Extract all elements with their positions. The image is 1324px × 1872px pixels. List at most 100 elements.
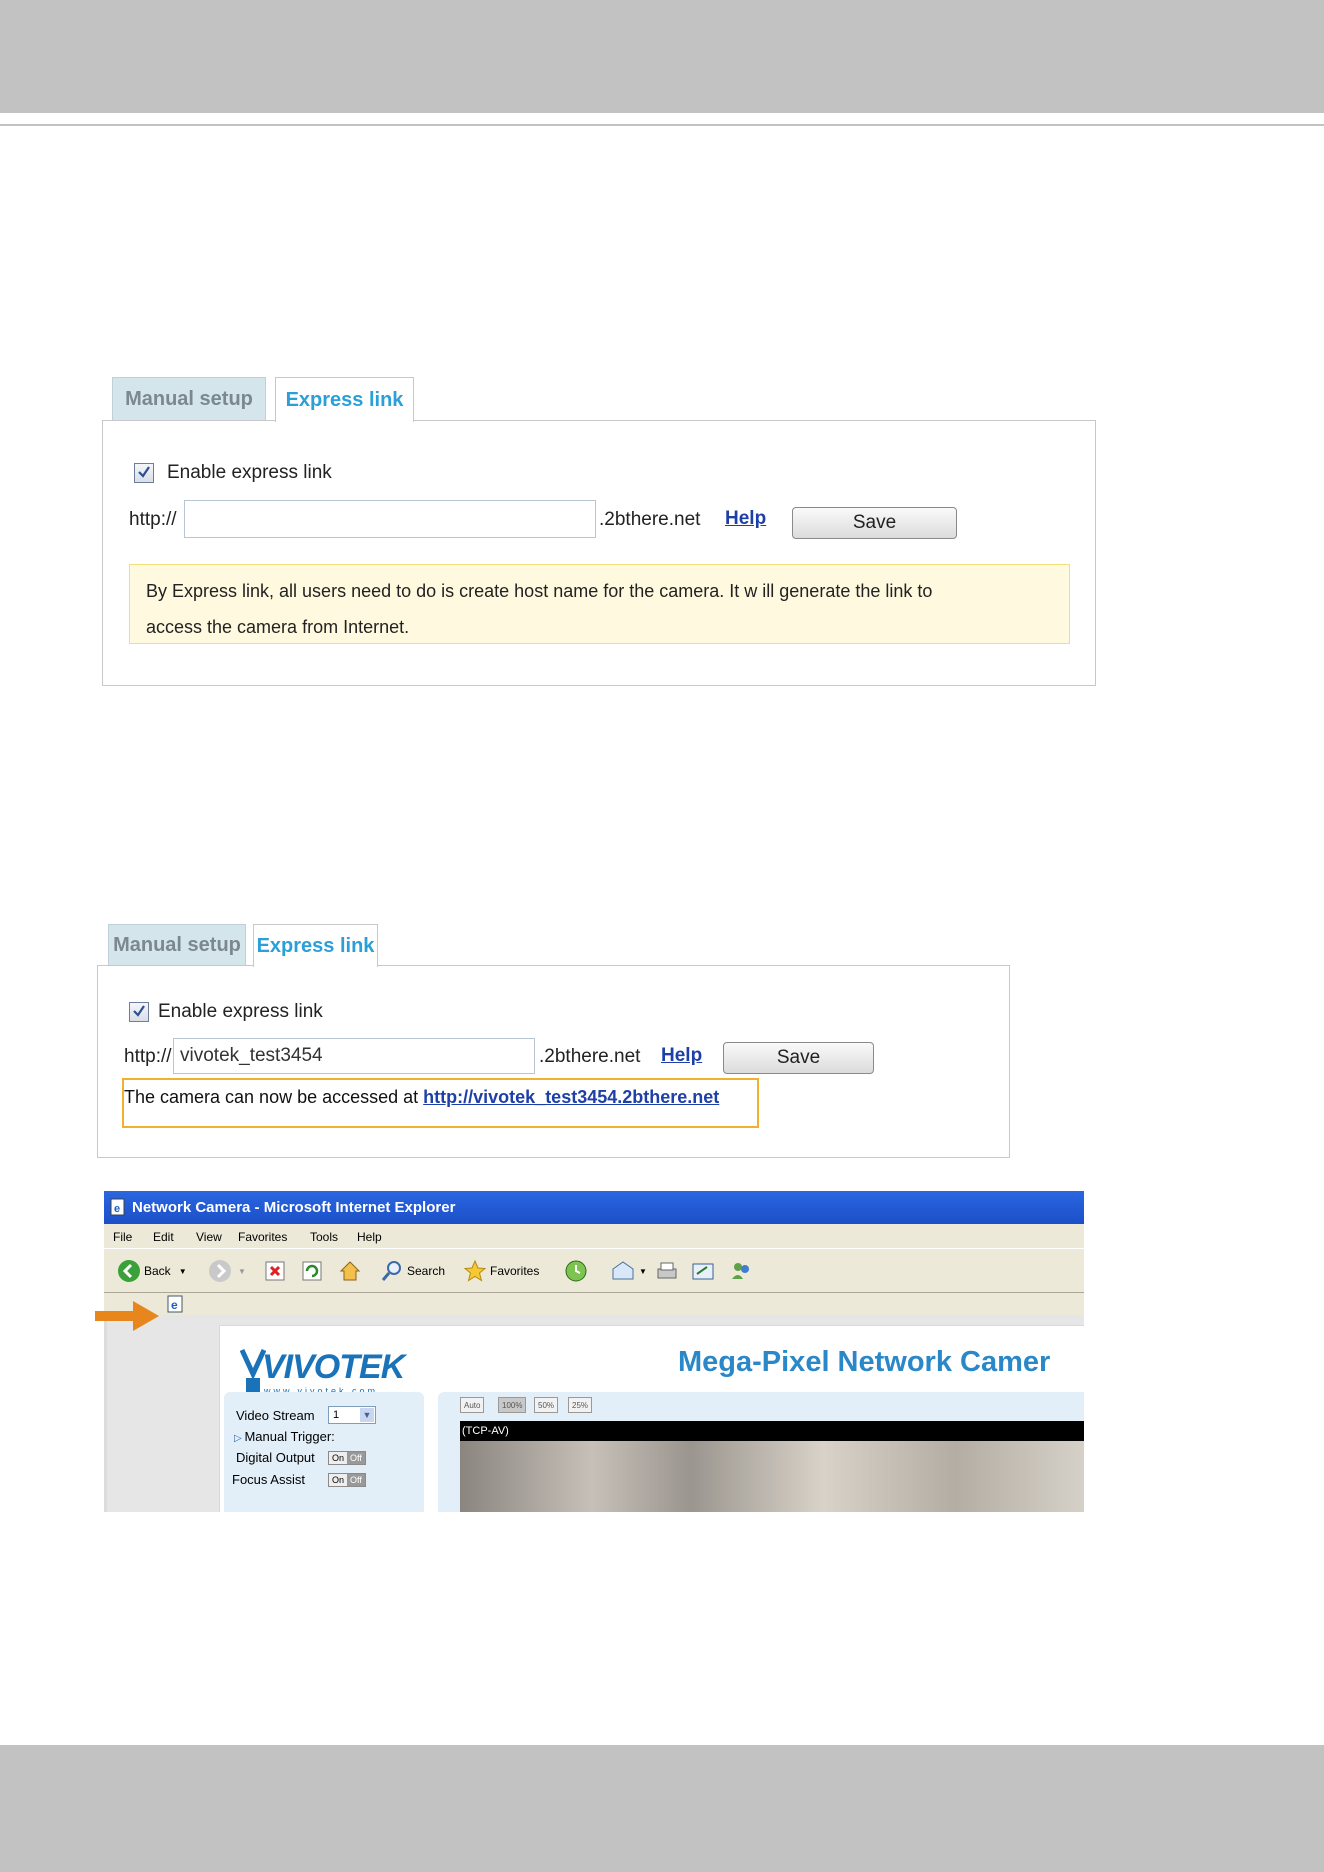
save-button[interactable]: Save — [723, 1042, 874, 1074]
menu-edit[interactable]: Edit — [153, 1230, 174, 1244]
view-50-button[interactable]: 50% — [534, 1397, 559, 1413]
footer-band — [0, 1745, 1324, 1872]
stream-protocol-label: (TCP-AV) — [460, 1421, 1084, 1441]
mail-button[interactable]: ▼ — [610, 1259, 647, 1283]
history-button[interactable] — [564, 1259, 588, 1283]
browser-toolbar: Back ▼ ▼ Search Favorites ▼ — [104, 1248, 1084, 1292]
view-100-button[interactable]: 100% — [498, 1397, 527, 1413]
url-prefix-label: http:// — [124, 1046, 172, 1067]
edit-page-icon — [692, 1263, 714, 1280]
off-button[interactable]: Off — [347, 1474, 365, 1486]
camera-access-link[interactable]: http://vivotek_test3454.2bthere.net — [423, 1087, 719, 1107]
home-icon — [339, 1261, 361, 1281]
focus-assist-switch[interactable]: On Off — [328, 1473, 366, 1487]
svg-text:e: e — [171, 1298, 178, 1312]
search-button[interactable]: Search — [380, 1259, 445, 1283]
header-divider — [0, 124, 1324, 126]
video-stream-value: 1 — [333, 1409, 340, 1421]
print-button[interactable] — [655, 1259, 679, 1283]
enable-express-link-label: Enable express link — [167, 462, 332, 483]
camera-page-title: Mega-Pixel Network Camer — [678, 1346, 1051, 1378]
back-dropdown-icon: ▼ — [178, 1266, 187, 1276]
express-link-info-note: By Express link, all users need to do is… — [129, 564, 1070, 644]
manual-trigger-toggle[interactable]: ▷ Manual Trigger: — [234, 1429, 335, 1444]
stop-button[interactable] — [264, 1259, 286, 1283]
browser-title: Network Camera - Microsoft Internet Expl… — [132, 1199, 456, 1216]
address-bar[interactable]: e — [104, 1292, 1084, 1315]
refresh-icon — [302, 1261, 322, 1281]
back-button[interactable]: Back ▼ — [117, 1259, 187, 1283]
search-icon — [381, 1261, 401, 1281]
video-viewer: Auto 100% 50% 25% (TCP-AV) — [438, 1392, 1084, 1512]
video-stream-select[interactable]: 1 ▼ — [328, 1406, 376, 1424]
messenger-button[interactable] — [729, 1259, 753, 1283]
info-note-line-2: access the camera from Internet. — [146, 617, 410, 637]
tab-manual-setup[interactable]: Manual setup — [112, 377, 266, 421]
svg-text:e: e — [114, 1203, 120, 1215]
enable-express-link-checkbox[interactable] — [129, 1002, 149, 1022]
favorites-star-icon — [463, 1259, 487, 1282]
messenger-icon — [732, 1263, 749, 1279]
camera-web-page: VIVOTEK www.vivotek.com Mega-Pixel Netwo… — [219, 1325, 1084, 1512]
header-band — [0, 0, 1324, 113]
menu-favorites[interactable]: Favorites — [238, 1230, 287, 1244]
browser-title-bar: e Network Camera - Microsoft Internet Ex… — [104, 1191, 1084, 1224]
info-note-line-1: By Express link, all users need to do is… — [146, 581, 933, 601]
on-button[interactable]: On — [329, 1474, 348, 1486]
forward-arrow-icon — [209, 1260, 231, 1282]
forward-dropdown-icon: ▼ — [238, 1266, 246, 1276]
express-link-status: The camera can now be accessed at http:/… — [124, 1087, 719, 1108]
checkmark-icon — [138, 466, 150, 478]
live-video-image — [460, 1441, 1084, 1512]
menu-tools[interactable]: Tools — [310, 1230, 338, 1244]
help-link[interactable]: Help — [725, 508, 766, 530]
video-stream-label: Video Stream — [236, 1408, 315, 1423]
stop-icon — [265, 1261, 285, 1281]
browser-content: VIVOTEK www.vivotek.com Mega-Pixel Netwo… — [104, 1315, 1084, 1512]
on-button[interactable]: On — [329, 1452, 348, 1464]
back-arrow-icon — [118, 1260, 140, 1282]
select-arrow-icon: ▼ — [360, 1408, 374, 1422]
home-button[interactable] — [338, 1259, 362, 1283]
hostname-input[interactable] — [184, 500, 596, 538]
browser-menu-bar: File Edit View Favorites Tools Help — [104, 1224, 1084, 1248]
digital-output-switch[interactable]: On Off — [328, 1451, 366, 1465]
enable-express-link-checkbox[interactable] — [134, 463, 154, 483]
off-button[interactable]: Off — [347, 1452, 365, 1464]
back-label: Back — [144, 1264, 171, 1278]
menu-file[interactable]: File — [113, 1230, 132, 1244]
refresh-button[interactable] — [301, 1259, 323, 1283]
view-25-button[interactable]: 25% — [568, 1397, 593, 1413]
address-page-icon: e — [167, 1295, 183, 1313]
pointer-arrow-icon — [95, 1301, 159, 1331]
tab-express-link[interactable]: Express link — [275, 377, 414, 422]
expand-arrow-icon: ▷ — [234, 1433, 245, 1444]
forward-button[interactable]: ▼ — [208, 1259, 246, 1283]
history-icon — [565, 1260, 587, 1282]
tab-express-link[interactable]: Express link — [253, 924, 378, 967]
help-link[interactable]: Help — [661, 1045, 702, 1067]
browser-window: e Network Camera - Microsoft Internet Ex… — [104, 1191, 1084, 1512]
edit-button[interactable] — [691, 1259, 715, 1283]
domain-suffix-label: .2bthere.net — [539, 1046, 641, 1067]
status-message: The camera can now be accessed at — [124, 1087, 424, 1107]
camera-control-sidebar: Video Stream 1 ▼ ▷ Manual Trigger: Digita… — [224, 1392, 424, 1512]
express-link-form: Enable express link http:// .2bthere.net… — [102, 420, 1096, 686]
save-button[interactable]: Save — [792, 507, 957, 539]
enable-express-link-label: Enable express link — [158, 1001, 323, 1022]
menu-help[interactable]: Help — [357, 1230, 382, 1244]
printer-icon — [657, 1262, 677, 1279]
favorites-button[interactable]: Favorites — [463, 1259, 539, 1283]
domain-suffix-label: .2bthere.net — [599, 509, 701, 530]
focus-assist-label: Focus Assist — [232, 1472, 305, 1487]
menu-view[interactable]: View — [196, 1230, 222, 1244]
url-prefix-label: http:// — [129, 509, 177, 530]
checkmark-icon — [133, 1005, 145, 1017]
hostname-input[interactable] — [173, 1038, 535, 1074]
mail-dropdown-icon: ▼ — [639, 1266, 647, 1276]
vivotek-logo: VIVOTEK — [262, 1348, 405, 1386]
mail-icon — [612, 1261, 634, 1280]
view-auto-button[interactable]: Auto — [460, 1397, 485, 1413]
ie-page-icon: e — [110, 1198, 125, 1216]
tab-manual-setup[interactable]: Manual setup — [108, 924, 246, 966]
